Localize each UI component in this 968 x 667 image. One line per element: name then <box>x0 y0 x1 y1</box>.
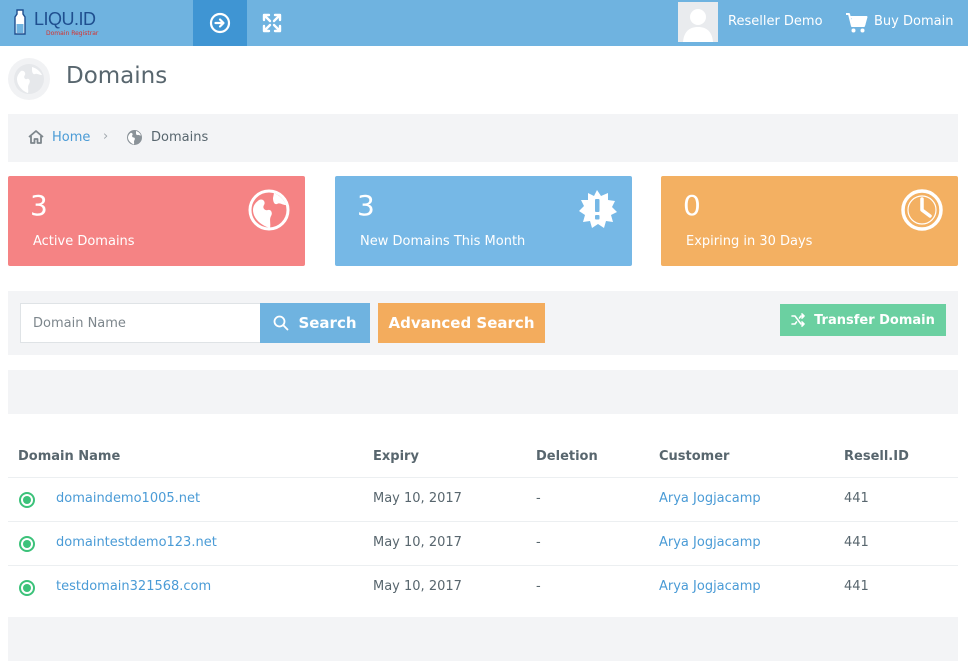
domain-search-input[interactable] <box>20 303 260 343</box>
table-row: testdomain321568.com May 10, 2017 - Arya… <box>8 566 958 610</box>
expiry-date: May 10, 2017 <box>373 535 462 550</box>
domain-link[interactable]: domaindemo1005.net <box>56 491 200 506</box>
deletion-date: - <box>536 535 541 550</box>
user-name-link[interactable]: Reseller Demo <box>728 14 823 29</box>
domain-link[interactable]: testdomain321568.com <box>56 579 211 594</box>
expiry-date: May 10, 2017 <box>373 579 462 594</box>
buy-domain-link[interactable]: Buy Domain <box>874 14 953 29</box>
active-domains-label: Active Domains <box>33 234 135 249</box>
breadcrumb-separator: › <box>103 129 109 144</box>
search-icon <box>274 315 289 331</box>
customer-link[interactable]: Arya Jogjacamp <box>659 579 761 594</box>
breadcrumb: Home › Domains <box>8 114 958 162</box>
resell-id: 441 <box>844 579 869 594</box>
search-button-label: Search <box>298 314 357 332</box>
breadcrumb-current: Domains <box>151 130 209 145</box>
logo-text: LIQU.ID <box>34 9 96 29</box>
search-button[interactable]: Search <box>260 303 370 343</box>
table-row: domaindemo1005.net May 10, 2017 - Arya J… <box>8 478 958 522</box>
toggle-sidebar-button[interactable] <box>193 0 247 46</box>
deletion-date: - <box>536 579 541 594</box>
table-footer-panel <box>8 617 958 661</box>
clock-icon <box>901 189 943 231</box>
arrow-circle-right-icon <box>209 12 231 34</box>
user-avatar[interactable] <box>678 2 718 42</box>
table-row: domaintestdemo123.net May 10, 2017 - Ary… <box>8 522 958 566</box>
expand-icon <box>262 13 282 33</box>
new-domains-label: New Domains This Month <box>360 234 526 249</box>
fullscreen-button[interactable] <box>245 0 299 46</box>
customer-link[interactable]: Arya Jogjacamp <box>659 491 761 506</box>
expiring-domains-label: Expiring in 30 Days <box>686 234 813 249</box>
search-panel: Search Advanced Search Transfer Domain <box>8 291 958 355</box>
logo-mark-icon <box>14 9 26 35</box>
column-header-domain-name[interactable]: Domain Name <box>18 449 120 464</box>
resell-id: 441 <box>844 491 869 506</box>
status-active-icon <box>19 580 35 596</box>
logo-subtitle: Domain Registrar <box>46 30 99 37</box>
transfer-domain-button[interactable]: Transfer Domain <box>780 304 946 336</box>
active-domains-card[interactable]: 3 Active Domains <box>8 176 305 266</box>
home-icon <box>28 130 44 144</box>
transfer-domain-label: Transfer Domain <box>814 312 935 328</box>
alert-badge-icon <box>579 190 617 228</box>
user-silhouette-icon <box>683 9 713 42</box>
shuffle-icon <box>791 313 805 327</box>
active-domains-count: 3 <box>30 189 48 222</box>
column-header-expiry[interactable]: Expiry <box>373 449 419 464</box>
resell-id: 441 <box>844 535 869 550</box>
expiry-date: May 10, 2017 <box>373 491 462 506</box>
expiring-domains-count: 0 <box>683 189 701 222</box>
top-navbar: LIQU.ID Domain Registrar Reseller Demo B… <box>0 0 968 46</box>
new-domains-count: 3 <box>357 189 375 222</box>
new-domains-card[interactable]: 3 New Domains This Month <box>335 176 632 266</box>
deletion-date: - <box>536 491 541 506</box>
column-header-resell-id[interactable]: Resell.ID <box>844 449 909 464</box>
status-active-icon <box>19 492 35 508</box>
column-header-deletion[interactable]: Deletion <box>536 449 598 464</box>
page-title-globe-icon <box>8 58 50 100</box>
expiring-domains-card[interactable]: 0 Expiring in 30 Days <box>661 176 958 266</box>
page-title: Domains <box>66 63 168 89</box>
globe-icon <box>127 130 142 145</box>
breadcrumb-home-link[interactable]: Home <box>52 130 90 145</box>
filter-info-panel <box>8 370 958 414</box>
globe-icon <box>248 189 290 231</box>
advanced-search-button[interactable]: Advanced Search <box>378 303 545 343</box>
brand-logo[interactable]: LIQU.ID Domain Registrar <box>14 8 104 38</box>
customer-link[interactable]: Arya Jogjacamp <box>659 535 761 550</box>
table-header: Domain Name Expiry Deletion Customer Res… <box>8 436 958 478</box>
column-header-customer[interactable]: Customer <box>659 449 729 464</box>
status-active-icon <box>19 536 35 552</box>
domains-table: Domain Name Expiry Deletion Customer Res… <box>8 436 958 610</box>
domain-link[interactable]: domaintestdemo123.net <box>56 535 217 550</box>
shopping-cart-icon[interactable] <box>845 11 869 35</box>
